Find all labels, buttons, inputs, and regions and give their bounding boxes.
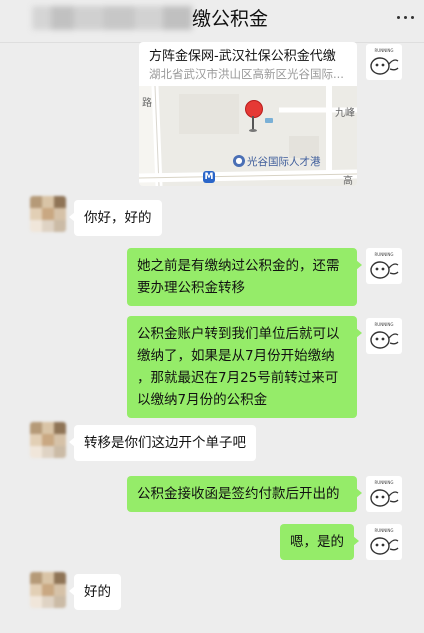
message-line: 要办理公积金转移: [137, 280, 245, 296]
map-road-label: 九峰: [335, 108, 355, 119]
message-line: ，那就最迟在7月25号前转过来可: [137, 370, 339, 386]
location-address: 湖北省武汉市洪山区高新区光谷国际...: [149, 67, 344, 81]
avatar[interactable]: [30, 572, 66, 608]
message-line: 她之前是有缴纳过公积金的，还需: [137, 258, 340, 274]
location-card[interactable]: 方阵金保网-武汉社保公积金代缴 湖北省武汉市洪山区高新区光谷国际... 路 九峰…: [139, 42, 357, 186]
avatar[interactable]: RUNNING: [366, 476, 402, 512]
chat-header: 缴公积金: [0, 0, 424, 43]
chat-title: 缴公积金: [192, 8, 269, 30]
map-pin-shadow: [249, 129, 257, 132]
avatar-caption: RUNNING: [375, 480, 394, 485]
map-road-label: 高: [343, 176, 353, 186]
message-bubble[interactable]: 转移是你们这边开个单子吧: [69, 425, 256, 461]
avatar[interactable]: [30, 196, 66, 232]
avatar-caption: RUNNING: [375, 48, 394, 53]
avatar[interactable]: RUNNING: [366, 318, 402, 354]
map-pin-icon: [245, 100, 263, 118]
message-bubble[interactable]: 你好，好的: [69, 200, 162, 236]
message-bubble[interactable]: 她之前是有缴纳过公积金的，还需 要办理公积金转移: [127, 248, 362, 306]
avatar-caption: RUNNING: [375, 322, 394, 327]
location-title: 方阵金保网-武汉社保公积金代缴: [149, 49, 336, 64]
avatar-caption: RUNNING: [375, 252, 394, 257]
message-line: 以缴纳7月份的公积金: [137, 392, 268, 408]
message-bubble[interactable]: 好的: [69, 574, 121, 610]
poi-label: 光谷国际人才港: [247, 156, 321, 168]
metro-icon: M: [203, 171, 215, 183]
avatar[interactable]: RUNNING: [366, 524, 402, 560]
poi-icon: ●: [233, 155, 245, 167]
avatar[interactable]: [30, 422, 66, 458]
message-line: 公积金账户转到我们单位后就可以: [137, 326, 340, 342]
avatar[interactable]: RUNNING: [366, 248, 402, 284]
map-pin-stem: [252, 116, 254, 130]
blurred-contact-name: [32, 6, 192, 30]
message-bubble[interactable]: 公积金接收函是签约付款后开出的: [127, 476, 362, 512]
message-bubble[interactable]: 公积金账户转到我们单位后就可以 缴纳了，如果是从7月份开始缴纳 ，那就最迟在7月…: [127, 316, 362, 418]
message-bubble[interactable]: 嗯，是的: [280, 524, 359, 560]
avatar[interactable]: RUNNING: [366, 44, 402, 80]
more-options-icon[interactable]: [397, 16, 414, 19]
map-road-label: 路: [142, 98, 152, 109]
avatar-caption: RUNNING: [375, 528, 394, 533]
message-line: 缴纳了，如果是从7月份开始缴纳: [137, 348, 335, 364]
